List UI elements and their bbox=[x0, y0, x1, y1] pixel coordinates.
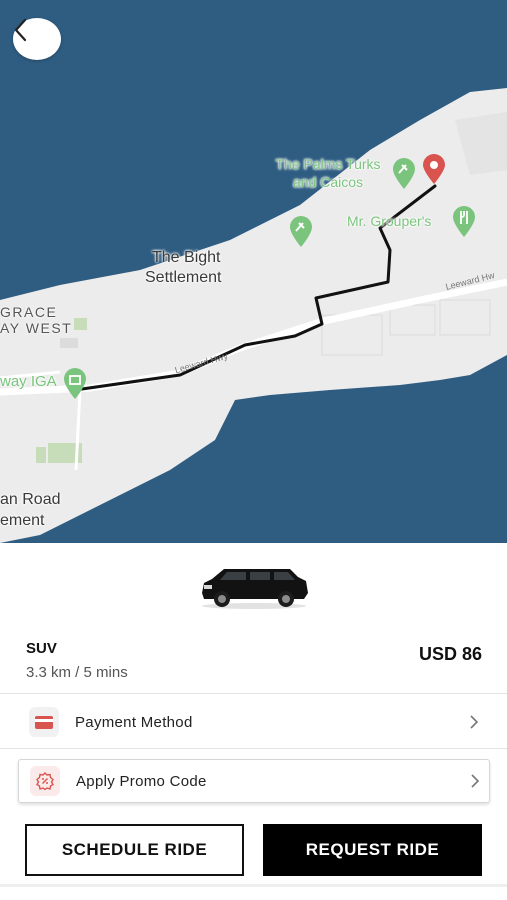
promo-code-button[interactable]: Apply Promo Code bbox=[1, 753, 507, 809]
poi-label-iga[interactable]: way IGA bbox=[0, 373, 57, 391]
chevron-right-icon bbox=[470, 715, 479, 729]
map-canvas bbox=[0, 0, 507, 543]
suv-vehicle-image bbox=[202, 569, 308, 609]
area-label-bay-west: AY WEST bbox=[0, 320, 73, 336]
restaurant-icon[interactable] bbox=[451, 204, 477, 238]
request-ride-button[interactable]: REQUEST RIDE bbox=[263, 824, 482, 876]
bottom-divider bbox=[0, 884, 507, 887]
payment-method-label: Payment Method bbox=[75, 713, 193, 731]
map-pin-icon[interactable] bbox=[422, 153, 446, 185]
payment-method-row[interactable]: Payment Method bbox=[0, 694, 507, 750]
poi-label-palms-text: The Palms Turks and Caicos bbox=[275, 156, 381, 190]
map-view[interactable]: The Palms Turks and Caicos Mr. Grouper's… bbox=[0, 0, 507, 543]
schedule-ride-button[interactable]: SCHEDULE RIDE bbox=[25, 824, 244, 876]
fare-price: USD 86 bbox=[418, 644, 482, 664]
poi-label-palms[interactable]: The Palms Turks and Caicos bbox=[266, 155, 390, 191]
divider bbox=[0, 748, 507, 749]
vehicle-type: SUV bbox=[26, 640, 57, 657]
place-label-bight: The Bight bbox=[152, 249, 221, 266]
shopping-icon[interactable] bbox=[62, 366, 88, 400]
place-label-settlement-2: ement bbox=[0, 512, 45, 529]
chevron-left-icon bbox=[14, 18, 27, 42]
place-label-road: an Road bbox=[0, 491, 61, 508]
promo-code-label: Apply Promo Code bbox=[76, 772, 207, 790]
discount-badge-icon bbox=[30, 766, 60, 796]
distance-time: 3.3 km / 5 mins bbox=[26, 664, 128, 681]
resort-icon[interactable] bbox=[391, 156, 417, 190]
credit-card-icon bbox=[29, 707, 59, 737]
chevron-right-icon bbox=[471, 774, 480, 788]
ride-details-sheet: SUV 3.3 km / 5 mins USD 86 Payment Metho… bbox=[0, 543, 507, 900]
promo-code-row[interactable]: Apply Promo Code bbox=[18, 759, 490, 803]
place-label-settlement: Settlement bbox=[145, 269, 222, 286]
area-label-grace: GRACE bbox=[0, 304, 58, 320]
poi-label-grouper[interactable]: Mr. Grouper's bbox=[347, 212, 431, 230]
resort-icon[interactable] bbox=[288, 214, 314, 248]
back-button[interactable] bbox=[13, 18, 61, 60]
